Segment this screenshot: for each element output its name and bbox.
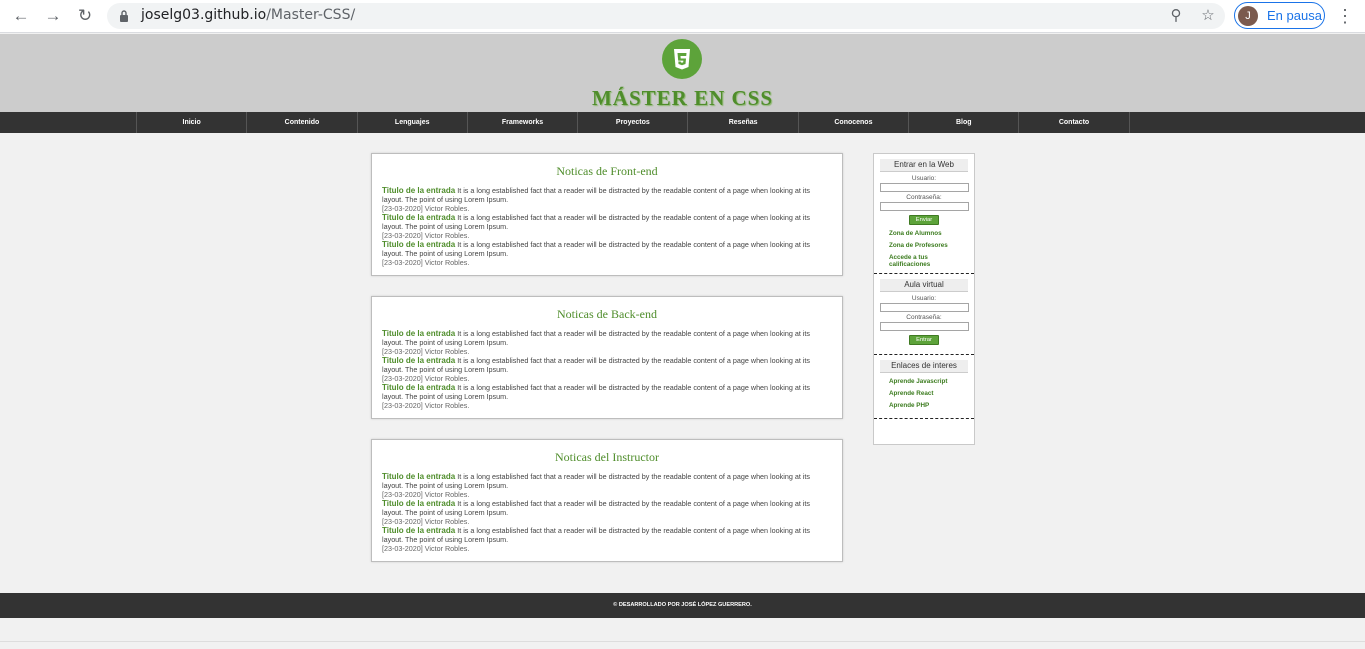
news-entry: Titulo de la entrada It is a long establ…	[382, 356, 832, 383]
forward-arrow-icon[interactable]: →	[42, 5, 64, 27]
news-entry: Titulo de la entrada It is a long establ…	[382, 383, 832, 410]
news-entry: Titulo de la entrada It is a long establ…	[382, 499, 832, 526]
news-entry: Titulo de la entrada It is a long establ…	[382, 526, 832, 553]
entry-meta: [23-03-2020] Victor Robles.	[382, 258, 470, 267]
entry-meta: [23-03-2020] Victor Robles.	[382, 374, 470, 383]
menu-item-frameworks[interactable]: Frameworks	[468, 112, 579, 133]
entry-title-link[interactable]: Titulo de la entrada	[382, 472, 455, 481]
entry-title-link[interactable]: Titulo de la entrada	[382, 329, 455, 338]
news-entry: Titulo de la entrada It is a long establ…	[382, 186, 832, 213]
aula-username-input[interactable]	[880, 303, 969, 312]
section-title: Noticas del Instructor	[555, 450, 659, 464]
news-entry: Titulo de la entrada It is a long establ…	[382, 472, 832, 499]
news-entry: Titulo de la entrada It is a long establ…	[382, 240, 832, 267]
site-title: MÁSTER EN CSS	[591, 86, 774, 110]
site-header: MÁSTER EN CSS	[0, 34, 1365, 112]
entry-title-link[interactable]: Titulo de la entrada	[382, 213, 455, 222]
aula-virtual-block: Aula virtual Usuario: Contraseña: Entrar	[874, 274, 974, 355]
sidebar: Entrar en la Web Usuario: Contraseña: En…	[873, 153, 975, 445]
entry-meta: [23-03-2020] Victor Robles.	[382, 517, 470, 526]
news-entry: Titulo de la entrada It is a long establ…	[382, 329, 832, 356]
url-text: joselg03.github.io/Master-CSS/	[141, 7, 355, 23]
entry-meta: [23-03-2020] Victor Robles.	[382, 231, 470, 240]
aula-password-label: Contraseña:	[906, 314, 942, 321]
profile-button[interactable]: J En pausa	[1234, 2, 1325, 29]
username-label: Usuario:	[911, 175, 937, 182]
link-calificaciones[interactable]: Accede a tus calificaciones	[889, 254, 949, 268]
link-php[interactable]: Aprende PHP	[889, 402, 968, 409]
link-zona-alumnos[interactable]: Zona de Alumnos	[889, 230, 968, 237]
links-title: Enlaces de interes	[880, 360, 968, 373]
entry-meta: [23-03-2020] Victor Robles.	[382, 544, 470, 553]
entry-title-link[interactable]: Titulo de la entrada	[382, 240, 455, 249]
menu-item-conocenos[interactable]: Conocenos	[799, 112, 910, 133]
menu-item-proyectos[interactable]: Proyectos	[578, 112, 689, 133]
enter-button[interactable]: Entrar	[909, 335, 939, 345]
send-button[interactable]: Enviar	[909, 215, 939, 225]
link-javascript[interactable]: Aprende Javascript	[889, 378, 968, 385]
menu-item-blog[interactable]: Blog	[909, 112, 1020, 133]
link-react[interactable]: Aprende React	[889, 390, 968, 397]
section-title: Noticas de Front-end	[556, 164, 658, 178]
entry-meta: [23-03-2020] Victor Robles.	[382, 204, 470, 213]
entry-meta: [23-03-2020] Victor Robles.	[382, 490, 470, 499]
back-arrow-icon[interactable]: ←	[10, 5, 32, 27]
aula-password-input[interactable]	[880, 322, 969, 331]
zoom-icon[interactable]: ⚲	[1167, 7, 1185, 25]
login-title: Entrar en la Web	[880, 159, 968, 172]
password-input[interactable]	[880, 202, 969, 211]
link-zona-profesores[interactable]: Zona de Profesores	[889, 242, 968, 249]
main-content: Noticas de Front-end Titulo de la entrad…	[0, 133, 1365, 593]
entry-meta: [23-03-2020] Victor Robles.	[382, 347, 470, 356]
more-menu-icon[interactable]: ⋮	[1336, 5, 1354, 27]
password-label: Contraseña:	[906, 194, 942, 201]
site-footer: © DESARROLLADO POR JOSÉ LÓPEZ GUERRERO.	[0, 593, 1365, 618]
avatar: J	[1238, 6, 1258, 26]
main-menu: Inicio Contenido Lenguajes Frameworks Pr…	[0, 112, 1365, 133]
url-path: /Master-CSS/	[266, 7, 356, 23]
news-section-backend: Noticas de Back-end Titulo de la entrada…	[371, 296, 843, 419]
username-input[interactable]	[880, 183, 969, 192]
menu-item-contacto[interactable]: Contacto	[1019, 112, 1130, 133]
browser-toolbar: ← → ↻ joselg03.github.io/Master-CSS/ ⚲ ☆…	[0, 0, 1365, 33]
bookmark-star-icon[interactable]: ☆	[1199, 7, 1217, 25]
menu-item-inicio[interactable]: Inicio	[137, 112, 248, 133]
menu-item-resenas[interactable]: Reseñas	[688, 112, 799, 133]
login-block: Entrar en la Web Usuario: Contraseña: En…	[874, 154, 974, 274]
address-bar[interactable]: joselg03.github.io/Master-CSS/ ⚲ ☆	[107, 3, 1225, 29]
entry-meta: [23-03-2020] Victor Robles.	[382, 401, 470, 410]
news-section-instructor: Noticas del Instructor Titulo de la entr…	[371, 439, 843, 562]
news-section-frontend: Noticas de Front-end Titulo de la entrad…	[371, 153, 843, 276]
divider	[0, 641, 1365, 642]
entry-title-link[interactable]: Titulo de la entrada	[382, 526, 455, 535]
entry-title-link[interactable]: Titulo de la entrada	[382, 499, 455, 508]
entry-title-link[interactable]: Titulo de la entrada	[382, 383, 455, 392]
links-block: Enlaces de interes Aprende Javascript Ap…	[874, 355, 974, 419]
aula-title: Aula virtual	[880, 279, 968, 292]
profile-status: En pausa	[1267, 8, 1322, 23]
menu-item-lenguajes[interactable]: Lenguajes	[358, 112, 468, 133]
section-title: Noticas de Back-end	[557, 307, 657, 321]
lock-icon	[120, 10, 128, 22]
entry-title-link[interactable]: Titulo de la entrada	[382, 356, 455, 365]
entry-title-link[interactable]: Titulo de la entrada	[382, 186, 455, 195]
url-host: joselg03.github.io	[141, 7, 267, 23]
aula-username-label: Usuario:	[911, 295, 937, 302]
reload-icon[interactable]: ↻	[74, 5, 96, 27]
css3-logo-icon[interactable]	[662, 39, 702, 79]
news-entry: Titulo de la entrada It is a long establ…	[382, 213, 832, 240]
footer-text: © DESARROLLADO POR JOSÉ LÓPEZ GUERRERO.	[613, 602, 752, 608]
menu-item-contenido[interactable]: Contenido	[247, 112, 358, 133]
